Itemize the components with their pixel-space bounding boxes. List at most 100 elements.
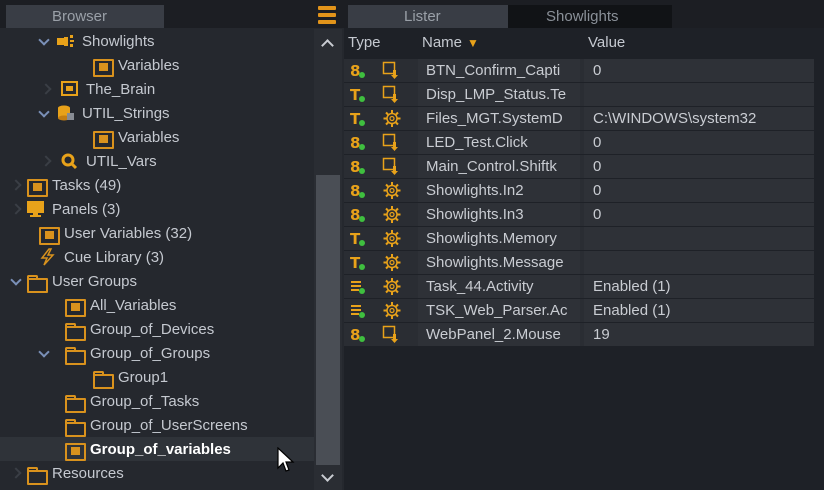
tree-item-resources[interactable]: Resources [0,461,314,485]
tab-showlights[interactable]: Showlights [508,5,672,28]
list-row[interactable]: 8 BTN_Confirm_Capti 0 [344,59,814,82]
list-row[interactable]: T Showlights.Memory [344,227,814,250]
variables-folder-icon [38,224,60,245]
tree-item-group-of-userscreens[interactable]: Group_of_UserScreens [0,413,314,437]
list-row[interactable]: T Showlights.Message [344,251,814,274]
svg-text:8: 8 [350,62,360,79]
tree-item-cue-library[interactable]: Cue Library (3) [0,245,314,269]
chevron-right-icon[interactable] [42,77,56,101]
variable-value[interactable] [584,251,814,274]
column-header-type[interactable]: Type [348,34,381,51]
tree-item-label: The_Brain [86,80,156,98]
tree-item-group-of-devices[interactable]: Group_of_Devices [0,317,314,341]
variable-value[interactable]: Enabled (1) [584,299,814,322]
brain-icon [60,80,80,98]
variable-value[interactable]: 19 [584,323,814,346]
chevron-down-icon[interactable] [38,101,52,125]
tree-item-panels[interactable]: Panels (3) [0,197,314,221]
list-row[interactable]: 8 LED_Test.Click 0 [344,131,814,154]
list-row[interactable]: 8 WebPanel_2.Mouse 19 [344,323,814,346]
variable-value[interactable]: Enabled (1) [584,275,814,298]
variable-value[interactable] [584,227,814,250]
tree-item-label: Cue Library (3) [64,248,165,266]
tree-item-util-strings-variables[interactable]: Variables [0,125,314,149]
variable-value[interactable]: 0 [584,59,814,82]
chevron-right-icon[interactable] [12,461,26,485]
scrollbar-thumb[interactable] [316,175,340,465]
chevron-right-icon[interactable] [12,197,26,221]
tree-item-label: Showlights [82,32,155,50]
lister-panel: Lister Showlights Type Name ▼ Value 8 BTN_… [344,0,824,490]
list-header: Type Name ▼ Value [344,31,824,57]
numeric-type-icon: 8 [350,158,366,176]
variable-value[interactable]: 0 [584,203,814,226]
browser-panel: Browser Showlights Variables The_Brain U… [0,0,344,490]
lister-tabbar: Lister Showlights [344,0,824,28]
column-header-name[interactable]: Name ▼ [422,34,479,51]
tree-item-label: User Groups [52,272,138,290]
variable-value[interactable]: C:\WINDOWS\system32 [584,107,814,130]
chevron-down-icon[interactable] [38,341,52,365]
tree-item-user-variables[interactable]: User Variables (32) [0,221,314,245]
tree-item-group-of-variables[interactable]: Group_of_variables [0,437,314,461]
list-row[interactable]: 8 Showlights.In2 0 [344,179,814,202]
tree-item-group-of-tasks[interactable]: Group_of_Tasks [0,389,314,413]
list-row[interactable]: 8 Showlights.In3 0 [344,203,814,226]
chevron-right-icon[interactable] [42,149,56,173]
tree-item-group-of-groups[interactable]: Group_of_Groups [0,341,314,365]
tree-scrollbar[interactable] [314,29,342,490]
system-variable-icon [382,253,402,272]
svg-text:8: 8 [350,326,360,343]
list-row[interactable]: TSK_Web_Parser.Ac Enabled (1) [344,299,814,322]
variable-value[interactable] [584,83,814,106]
sort-desc-icon: ▼ [467,36,479,50]
variable-value[interactable]: 0 [584,131,814,154]
tree-item-group1[interactable]: Group1 [0,365,314,389]
tree-item-label: UTIL_Strings [82,104,170,122]
tree-item-showlights[interactable]: Showlights [0,29,314,53]
showlights-icon [56,32,76,50]
tree-item-util-strings[interactable]: UTIL_Strings [0,101,314,125]
browser-tree: Showlights Variables The_Brain UTIL_Stri… [0,29,314,490]
variable-value[interactable]: 0 [584,179,814,202]
svg-text:T: T [350,230,361,247]
folder-icon [64,344,86,365]
tree-item-label: UTIL_Vars [86,152,157,170]
tree-item-showlights-variables[interactable]: Variables [0,53,314,77]
tree-item-user-groups[interactable]: User Groups [0,269,314,293]
tree-item-label: Group_of_Tasks [90,392,200,410]
variable-value[interactable]: 0 [584,155,814,178]
tree-item-all-variables[interactable]: All_Variables [0,293,314,317]
chevron-down-icon[interactable] [38,29,52,53]
list-row[interactable]: 8 Main_Control.Shiftk 0 [344,155,814,178]
variable-name: Showlights.Message [418,251,580,274]
device-variable-icon [382,85,402,104]
folder-icon [26,272,48,293]
list-row[interactable]: T Files_MGT.SystemD C:\WINDOWS\system32 [344,107,814,130]
enum-type-icon [350,302,366,319]
scroll-up-icon[interactable] [314,33,342,51]
svg-text:8: 8 [350,158,360,175]
variable-name: Showlights.In2 [418,179,580,202]
tree-item-tasks[interactable]: Tasks (49) [0,173,314,197]
panel-menu-icon[interactable] [318,6,336,24]
device-variable-icon [382,61,402,80]
column-header-value[interactable]: Value [588,34,625,51]
magnifier-icon [60,152,80,170]
tree-item-label: Tasks (49) [52,176,122,194]
tree-item-util-vars[interactable]: UTIL_Vars [0,149,314,173]
tab-lister[interactable]: Lister [348,5,508,28]
numeric-type-icon: 8 [350,134,366,152]
variables-folder-icon [64,296,86,317]
tree-item-label: Panels (3) [52,200,121,218]
variable-name: TSK_Web_Parser.Ac [418,299,580,322]
chevron-down-icon[interactable] [10,269,24,293]
scroll-down-icon[interactable] [314,469,342,487]
chevron-right-icon[interactable] [12,173,26,197]
tab-browser[interactable]: Browser [6,5,164,28]
list-row[interactable]: Task_44.Activity Enabled (1) [344,275,814,298]
tree-item-label: Variables [118,56,180,74]
tree-item-label: All_Variables [90,296,177,314]
list-row[interactable]: T Disp_LMP_Status.Te [344,83,814,106]
tree-item-the-brain[interactable]: The_Brain [0,77,314,101]
